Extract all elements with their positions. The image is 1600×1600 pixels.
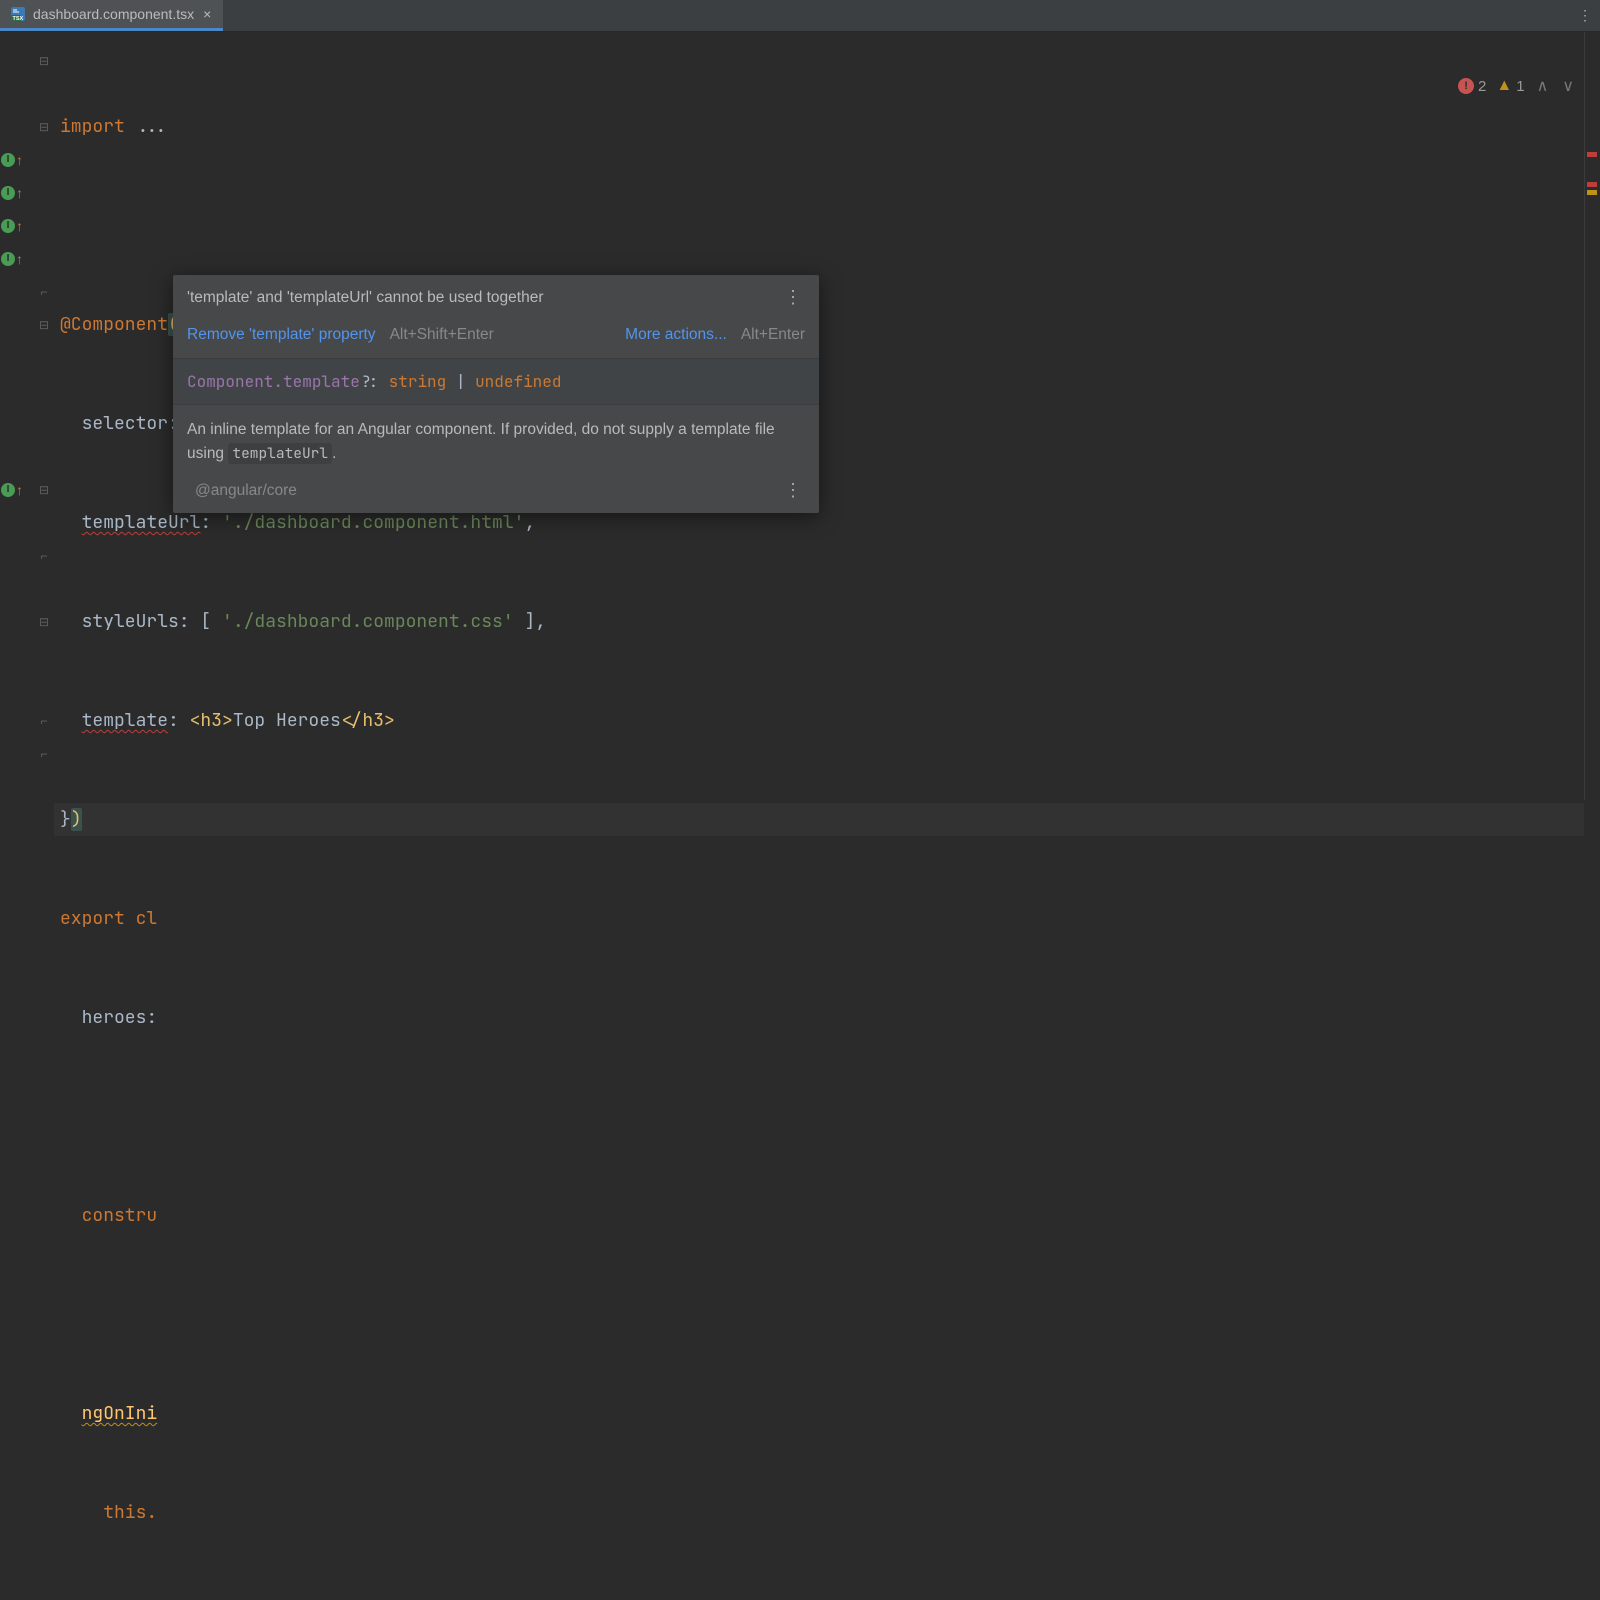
error-stripe[interactable] — [1587, 152, 1597, 157]
gutter-change-icon[interactable]: ↑ — [1, 473, 31, 506]
popup-title: 'template' and 'templateUrl' cannot be u… — [187, 289, 780, 307]
sig-token: ?: — [360, 371, 379, 392]
quickfix-remove-template[interactable]: Remove 'template' property — [187, 326, 376, 344]
warning-stripe[interactable] — [1587, 190, 1597, 195]
code-token: ) — [71, 808, 82, 831]
code-token: styleUrls: [ — [82, 610, 222, 633]
fold-end-icon[interactable]: ⌐ — [37, 539, 51, 572]
svg-text:TSX: TSX — [13, 16, 24, 22]
prev-highlight-icon[interactable]: ∧ — [1535, 76, 1551, 96]
popup-signature: Component.template?: string | undefined — [173, 359, 819, 405]
sig-token: | — [446, 371, 475, 392]
code-token: Top Heroes — [233, 709, 341, 732]
code-token: </h3> — [341, 709, 395, 732]
sig-token: string — [389, 371, 447, 392]
warning-count-value: 1 — [1516, 78, 1524, 95]
code-token: ... — [136, 115, 168, 138]
tab-filename: dashboard.component.tsx — [33, 6, 194, 22]
code-token: export — [60, 907, 136, 930]
shortcut-label: Alt+Enter — [741, 326, 805, 344]
code-token: import — [60, 115, 136, 138]
gutter: ↑ ↑ ↑ ↑ ↑ — [0, 32, 34, 800]
code-token: heroes: — [82, 1006, 158, 1029]
fold-toggle-icon[interactable]: ⊟ — [37, 473, 51, 506]
fold-toggle-icon[interactable]: ⊟ — [37, 44, 51, 77]
code-token: cl — [136, 907, 158, 930]
popup-actions: Remove 'template' property Alt+Shift+Ent… — [173, 320, 819, 359]
popup-footer: @angular/core ⋮ — [173, 474, 819, 513]
popup-menu-icon[interactable]: ⋮ — [780, 287, 805, 308]
code-token: constru — [82, 1204, 158, 1227]
code-token: @Component — [60, 313, 168, 336]
warning-count[interactable]: ▲1 — [1496, 77, 1524, 95]
code-token: this. — [103, 1501, 157, 1524]
error-count[interactable]: !2 — [1458, 78, 1486, 95]
code-token: : — [200, 511, 222, 534]
tab-bar: TSX dashboard.component.tsx × ⋮ — [0, 0, 1600, 32]
code-token: template — [82, 709, 168, 732]
popup-header: 'template' and 'templateUrl' cannot be u… — [173, 275, 819, 320]
gutter-change-icon[interactable]: ↑ — [1, 143, 31, 176]
gutter-change-icon[interactable]: ↑ — [1, 242, 31, 275]
tab-close-icon[interactable]: × — [201, 6, 213, 22]
code-token: : — [168, 709, 190, 732]
popup-footer-menu-icon[interactable]: ⋮ — [780, 480, 805, 501]
error-icon: ! — [1458, 78, 1474, 94]
file-tab[interactable]: TSX dashboard.component.tsx × — [0, 0, 223, 31]
warning-icon: ▲ — [1496, 77, 1512, 95]
code-token: './dashboard.component.css' — [222, 610, 514, 633]
error-stripe-gutter[interactable] — [1584, 32, 1600, 800]
code-token: , — [524, 511, 535, 534]
tab-overflow-icon[interactable]: ⋮ — [1570, 0, 1600, 31]
gutter-change-icon[interactable]: ↑ — [1, 176, 31, 209]
fold-column: ⊟ ⊟ ⌐ ⊟ ⊟ ⌐ ⊟ ⌐ ⌐ — [34, 32, 54, 800]
fold-end-icon[interactable]: ⌐ — [37, 704, 51, 737]
fold-end-icon[interactable]: ⌐ — [37, 737, 51, 770]
doc-text: . — [332, 445, 336, 462]
code-token: ngOnIni — [82, 1402, 158, 1425]
error-stripe[interactable] — [1587, 182, 1597, 187]
intention-popup: 'template' and 'templateUrl' cannot be u… — [173, 275, 819, 513]
next-highlight-icon[interactable]: ∨ — [1560, 76, 1576, 96]
doc-code: templateUrl — [228, 443, 332, 464]
code-token: <h3> — [190, 709, 233, 732]
tsx-file-icon: TSX — [10, 6, 26, 22]
fold-end-icon[interactable]: ⌐ — [37, 275, 51, 308]
code-token: ], — [514, 610, 546, 633]
inspection-widget[interactable]: !2 ▲1 ∧ ∨ — [1458, 76, 1576, 96]
code-token: './dashboard.component.html' — [222, 511, 524, 534]
gutter-change-icon[interactable]: ↑ — [1, 209, 31, 242]
sig-token: template — [283, 371, 360, 392]
code-token: templateUrl — [82, 511, 201, 534]
doc-source: @angular/core — [195, 482, 780, 500]
error-count-value: 2 — [1478, 78, 1486, 95]
fold-toggle-icon[interactable]: ⊟ — [37, 605, 51, 638]
shortcut-label: Alt+Shift+Enter — [390, 326, 494, 344]
sig-token: Component. — [187, 371, 283, 392]
popup-doc: An inline template for an Angular compon… — [173, 405, 819, 474]
fold-toggle-icon[interactable]: ⊟ — [37, 308, 51, 341]
tab-spacer — [223, 0, 1570, 31]
fold-toggle-icon[interactable]: ⊟ — [37, 110, 51, 143]
sig-token: undefined — [475, 371, 561, 392]
more-actions-link[interactable]: More actions... — [625, 326, 727, 344]
code-token: } — [60, 808, 71, 831]
